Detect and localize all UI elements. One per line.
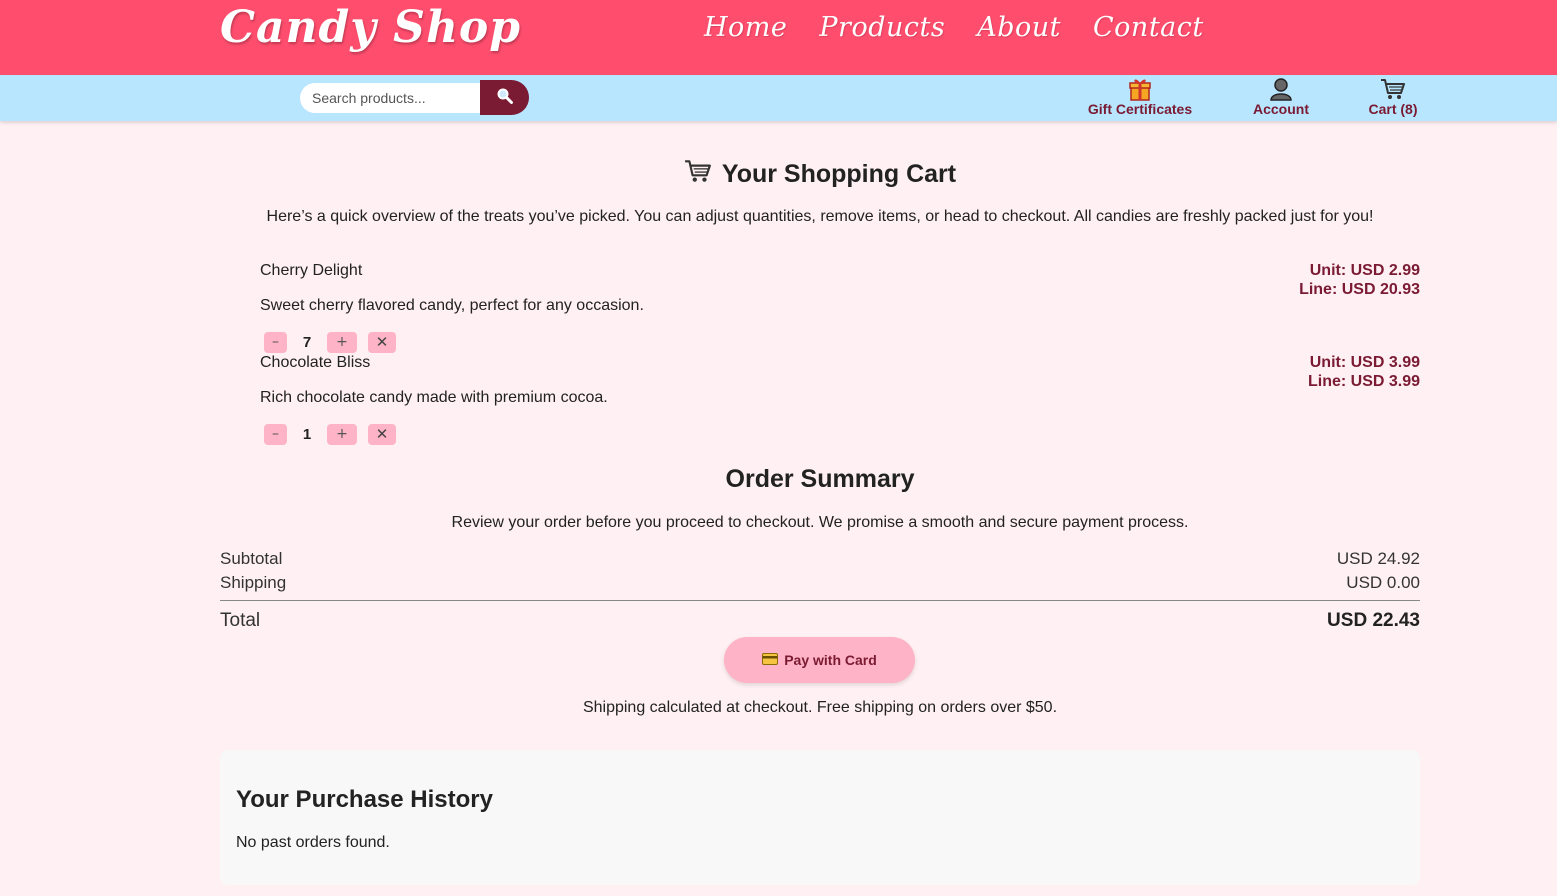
search-button[interactable] xyxy=(480,80,529,115)
item-price: Unit: USD 2.99 Line: USD 20.93 xyxy=(1299,261,1420,299)
summary-divider xyxy=(220,600,1420,601)
total-row: Total USD 22.43 xyxy=(220,610,1420,632)
item-name: Cherry Delight xyxy=(260,262,363,279)
gift-certificates-label: Gift Certificates xyxy=(1087,101,1193,117)
remove-item-button[interactable]: ✕ xyxy=(368,332,396,353)
increase-quantity-button[interactable]: + xyxy=(327,332,357,353)
line-price: Line: USD 20.93 xyxy=(1299,281,1420,298)
unit-price: Unit: USD 2.99 xyxy=(1309,262,1420,279)
decrease-quantity-button[interactable]: – xyxy=(264,332,287,353)
top-header: Candy Shop Home Products About Contact xyxy=(0,0,1557,75)
gift-certificates-link[interactable]: Gift Certificates xyxy=(1084,75,1196,121)
main-nav: Home Products About Contact xyxy=(704,12,1204,43)
nav-contact[interactable]: Contact xyxy=(1093,12,1204,43)
search-input[interactable] xyxy=(300,83,482,113)
unit-price: Unit: USD 3.99 xyxy=(1309,354,1420,371)
increase-quantity-button[interactable]: + xyxy=(327,424,357,445)
remove-item-button[interactable]: ✕ xyxy=(368,424,396,445)
order-summary-note: Review your order before you proceed to … xyxy=(451,514,1189,531)
shipping-note: Shipping calculated at checkout. Free sh… xyxy=(582,699,1058,716)
subtotal-value: USD 24.92 xyxy=(1336,549,1420,568)
subtotal-label: Subtotal xyxy=(220,549,283,568)
item-description: Rich chocolate candy made with premium c… xyxy=(260,389,608,406)
cart-item: Chocolate Bliss Rich chocolate candy mad… xyxy=(260,353,1420,445)
search-icon xyxy=(496,87,514,108)
cart-title: Your Shopping Cart xyxy=(220,158,1420,191)
purchase-history-empty: No past orders found. xyxy=(236,834,390,851)
cart-link[interactable]: Cart (8) xyxy=(1364,75,1422,121)
credit-card-icon xyxy=(762,652,779,668)
item-description: Sweet cherry flavored candy, perfect for… xyxy=(260,297,644,314)
account-link[interactable]: Account xyxy=(1248,75,1314,121)
item-price: Unit: USD 3.99 Line: USD 3.99 xyxy=(1308,353,1420,391)
user-icon xyxy=(1269,75,1293,101)
purchase-history-panel: Your Purchase History No past orders fou… xyxy=(220,750,1420,885)
logo[interactable]: Candy Shop xyxy=(220,2,521,53)
nav-home[interactable]: Home xyxy=(704,12,787,43)
cart-label: Cart (8) xyxy=(1368,101,1418,117)
line-price: Line: USD 3.99 xyxy=(1307,373,1420,390)
nav-products[interactable]: Products xyxy=(819,12,945,43)
shipping-row: Shipping USD 0.00 xyxy=(220,573,1420,593)
shopping-cart-icon xyxy=(1380,75,1406,101)
cart-item: Cherry Delight Sweet cherry flavored can… xyxy=(260,261,1420,353)
nav-about[interactable]: About xyxy=(977,12,1061,43)
purchase-history-title: Your Purchase History xyxy=(236,786,493,813)
total-value: USD 22.43 xyxy=(1327,610,1420,631)
pay-with-card-button[interactable]: Pay with Card xyxy=(724,637,915,683)
cart-title-text: Your Shopping Cart xyxy=(721,160,957,188)
decrease-quantity-button[interactable]: – xyxy=(264,424,287,445)
subtotal-row: Subtotal USD 24.92 xyxy=(220,549,1420,569)
quantity-value: 7 xyxy=(302,334,312,351)
shopping-cart-icon xyxy=(684,158,712,191)
account-label: Account xyxy=(1253,101,1309,117)
cart-intro: Here’s a quick overview of the treats yo… xyxy=(266,208,1374,225)
pay-label: Pay with Card xyxy=(784,652,877,668)
order-summary-title: Order Summary xyxy=(725,465,915,493)
total-label: Total xyxy=(220,610,261,631)
shipping-value: USD 0.00 xyxy=(1346,573,1420,592)
gift-icon xyxy=(1128,75,1152,101)
item-name: Chocolate Bliss xyxy=(260,354,371,371)
quantity-value: 1 xyxy=(302,426,312,443)
sub-header: Gift Certificates Account Cart (8) xyxy=(0,75,1557,121)
shipping-label: Shipping xyxy=(220,573,287,592)
